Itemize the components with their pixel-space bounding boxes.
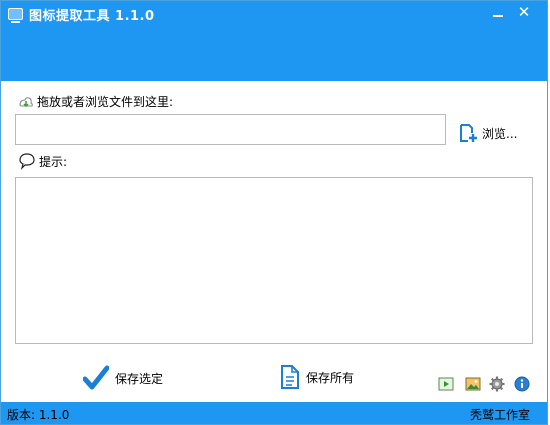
save-selected-label: 保存选定 [115, 371, 164, 386]
studio-name: 秃鹫工作室 [470, 408, 531, 422]
minimize-icon [493, 15, 503, 17]
minimize-button[interactable] [487, 3, 509, 21]
browse-label: 浏览... [482, 126, 518, 141]
checkmark-icon [83, 365, 109, 390]
save-all-button[interactable]: 保存所有 [278, 364, 354, 390]
app-window: 图标提取工具 1.1.0 ✕ 拖放或者浏览文件到这里: 浏览... 提示: 保存… [0, 0, 548, 425]
info-icon[interactable] [514, 376, 530, 392]
drop-icon [19, 96, 33, 107]
file-path-input[interactable] [15, 114, 446, 145]
gear-icon[interactable] [489, 376, 505, 392]
window-title: 图标提取工具 1.1.0 [29, 9, 155, 24]
tips-label: 提示: [18, 152, 67, 170]
tips-label-text: 提示: [39, 154, 68, 169]
image-icon[interactable] [465, 376, 481, 392]
browse-button[interactable]: 浏览... [458, 123, 517, 143]
speech-bubble-icon [19, 153, 35, 170]
save-all-label: 保存所有 [306, 370, 355, 385]
play-icon[interactable] [438, 376, 454, 392]
close-icon: ✕ [517, 3, 531, 21]
drop-label: 拖放或者浏览文件到这里: [18, 93, 173, 110]
document-icon [281, 365, 299, 389]
version-text: 版本: 1.1.0 [7, 408, 70, 422]
close-button[interactable]: ✕ [513, 3, 535, 21]
tips-textarea[interactable] [15, 177, 533, 344]
title-bar: 图标提取工具 1.1.0 ✕ [1, 1, 547, 81]
add-file-icon [460, 124, 477, 142]
status-bar: 版本: 1.1.0 秃鹫工作室 [1, 402, 547, 424]
app-icon [8, 8, 23, 23]
save-selected-button[interactable]: 保存选定 [83, 365, 163, 391]
drop-label-text: 拖放或者浏览文件到这里: [37, 95, 174, 109]
